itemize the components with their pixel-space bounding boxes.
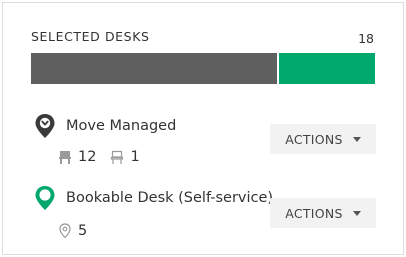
bar-segment-bookable (279, 53, 375, 84)
actions-button-move-managed[interactable]: ACTIONS (270, 124, 376, 154)
bar-segment-move-managed (31, 53, 277, 84)
group-label: Bookable Desk (Self-service) (66, 190, 274, 206)
card-title: SELECTED DESKS (31, 29, 150, 44)
group-move-managed: Move Managed (34, 113, 176, 139)
desk-count: 18 (358, 31, 374, 46)
desk-distribution-bar (31, 53, 375, 84)
desk-icon (59, 151, 71, 164)
actions-label: ACTIONS (285, 205, 343, 221)
actions-button-bookable-desk[interactable]: ACTIONS (270, 198, 376, 228)
group-label: Move Managed (66, 118, 177, 134)
group-stats: 5 (58, 223, 101, 239)
stat-bookable: 5 (58, 223, 87, 239)
stat-vacant: 1 (110, 149, 140, 165)
selected-desks-card: SELECTED DESKS 18 Move Managed 12 1 ACTI… (2, 2, 404, 255)
map-marker-icon (35, 186, 55, 210)
empty-desk-icon (111, 150, 124, 164)
stat-value: 12 (78, 149, 97, 165)
caret-down-icon (352, 136, 361, 142)
map-marker-icon (35, 114, 55, 138)
caret-down-icon (352, 210, 361, 216)
actions-label: ACTIONS (285, 131, 343, 147)
stat-value: 1 (130, 149, 140, 165)
stat-value: 5 (78, 223, 88, 239)
stat-occupied: 12 (58, 149, 96, 165)
location-pin-icon (59, 223, 71, 239)
group-bookable-desk: Bookable Desk (Self-service) (34, 185, 273, 211)
group-stats: 12 1 (58, 149, 154, 165)
